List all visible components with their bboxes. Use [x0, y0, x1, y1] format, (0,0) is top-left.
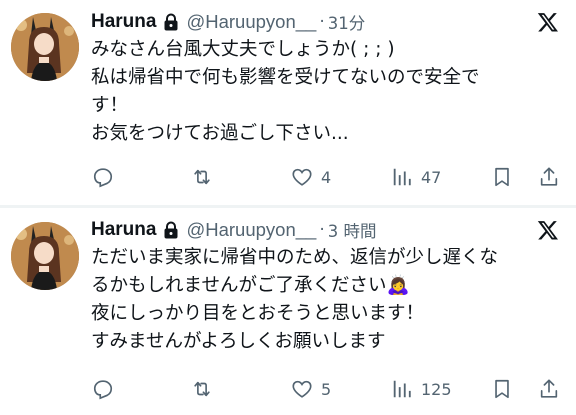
retweet-icon — [194, 381, 210, 397]
tweet-text-line: す！ — [91, 95, 129, 116]
tweet-header: Haruna @Haruupyon__ · 3 時間 — [91, 218, 377, 242]
tweet[interactable]: Haruna @Haruupyon__ · 31分 みなさん台風大丈夫でしょうか… — [0, 0, 576, 205]
like-button[interactable]: 4 — [291, 163, 331, 191]
timestamp[interactable]: 3 時間 — [328, 218, 377, 242]
action-bar: 5 125 — [0, 375, 576, 403]
bookmark-icon — [495, 167, 509, 187]
view-count: 47 — [421, 167, 442, 187]
x-logo-icon — [537, 221, 558, 240]
handle[interactable]: @Haruupyon__ — [186, 219, 316, 241]
bookmark-button[interactable] — [491, 163, 513, 191]
retweet-button[interactable] — [191, 163, 213, 191]
views-icon — [393, 380, 411, 398]
x-logo-icon — [537, 13, 558, 32]
reply-icon — [93, 380, 113, 400]
display-name[interactable]: Haruna — [91, 219, 156, 241]
tweet-text-line: 私は帰省中で何も影響を受けてないので安全で — [91, 67, 480, 88]
tweet-text-line: みなさん台風大丈夫でしょうか( ; ; ) — [91, 39, 395, 60]
lock-icon — [164, 221, 178, 239]
like-count: 4 — [321, 167, 332, 187]
lock-icon — [164, 13, 178, 31]
timestamp[interactable]: 31分 — [328, 10, 366, 34]
bookmark-button[interactable] — [491, 375, 513, 403]
separator-dot: · — [319, 220, 325, 240]
tweet-text-line: すみませんがよろしくお願いします — [91, 331, 386, 352]
views-button[interactable]: 47 — [391, 163, 441, 191]
share-button[interactable] — [538, 163, 560, 191]
retweet-icon — [194, 169, 210, 185]
view-count: 125 — [421, 379, 452, 399]
display-name[interactable]: Haruna — [91, 11, 156, 33]
share-icon — [540, 379, 558, 398]
action-bar: 4 47 — [0, 163, 576, 191]
share-button[interactable] — [538, 375, 560, 403]
share-icon — [540, 167, 558, 186]
reply-button[interactable] — [92, 375, 114, 403]
like-icon — [292, 168, 312, 186]
tweet-text-line: お気をつけてお過ごし下さい... — [91, 123, 349, 144]
like-icon — [292, 380, 312, 398]
reply-button[interactable] — [92, 163, 114, 191]
avatar[interactable] — [11, 222, 79, 290]
bookmark-icon — [495, 379, 509, 399]
retweet-button[interactable] — [191, 375, 213, 403]
views-icon — [393, 168, 411, 186]
views-button[interactable]: 125 — [391, 375, 452, 403]
handle[interactable]: @Haruupyon__ — [186, 11, 316, 33]
avatar[interactable] — [11, 13, 79, 81]
tweet-text-line: 夜にしっかり目をとおそうと思います！ — [91, 303, 425, 324]
tweet-text-line: ただいま実家に帰省中のため、返信が少し遅くな — [91, 247, 499, 268]
tweet-text: みなさん台風大丈夫でしょうか( ; ; ) 私は帰省中で何も影響を受けてないので… — [91, 36, 571, 148]
tweet-header: Haruna @Haruupyon__ · 31分 — [91, 10, 365, 34]
like-button[interactable]: 5 — [291, 375, 331, 403]
separator-dot: · — [319, 12, 325, 32]
tweet-text: ただいま実家に帰省中のため、返信が少し遅くな るかもしれませんがご了承ください🙇… — [91, 244, 571, 356]
like-count: 5 — [321, 379, 332, 399]
reply-icon — [93, 168, 113, 188]
tweet[interactable]: Haruna @Haruupyon__ · 3 時間 ただいま実家に帰省中のため… — [0, 208, 576, 415]
tweet-text-line: るかもしれませんがご了承ください🙇‍♀️ — [91, 275, 410, 296]
